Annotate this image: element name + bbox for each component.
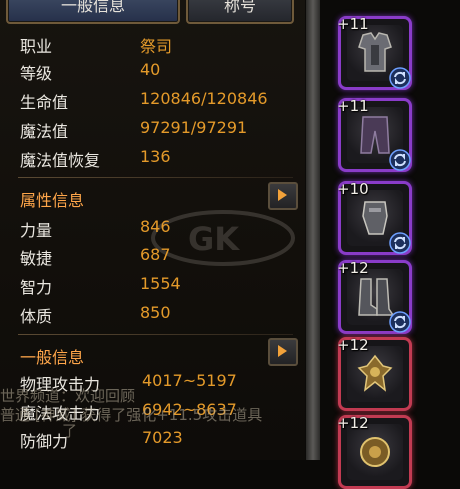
stat-value-level: 40	[140, 60, 161, 79]
chevron-right-icon	[278, 189, 287, 201]
equipment-slot[interactable]: +12	[337, 336, 412, 411]
stat-value-constitution: 850	[140, 303, 171, 322]
chevron-right-icon	[278, 345, 287, 357]
equipment-slot[interactable]: +12	[337, 414, 412, 489]
stat-label-agility: 敏捷	[20, 249, 53, 268]
stat-label-level: 等级	[20, 64, 53, 83]
tab-title[interactable]: 称号	[186, 0, 294, 24]
accessory-icon	[357, 354, 393, 392]
swap-icon[interactable]	[389, 232, 411, 254]
stat-value-physical-attack: 4017~5197	[142, 371, 237, 390]
stat-value-agility: 687	[140, 245, 171, 264]
tab-general-info[interactable]: 一般信息	[6, 0, 180, 24]
swap-icon[interactable]	[389, 149, 411, 171]
stat-value-mp: 97291/97291	[140, 118, 248, 137]
amulet-icon	[360, 437, 390, 467]
equipment-slot[interactable]: +10	[337, 180, 412, 255]
stat-value-strength: 846	[140, 217, 171, 236]
stat-value-mp-regen: 136	[140, 147, 171, 166]
character-info-panel: GK 一般信息 称号 职业 祭司 等级 40 生命值 120846/120846…	[0, 0, 305, 460]
section-title-attributes: 属性信息	[20, 191, 85, 210]
section-divider	[18, 334, 293, 335]
equipment-slot[interactable]: +11	[337, 97, 412, 172]
stat-label-mp-regen: 魔法值恢复	[20, 151, 101, 170]
stat-value-class: 祭司	[140, 37, 173, 56]
swap-icon[interactable]	[389, 311, 411, 333]
svg-text:GK: GK	[188, 220, 240, 258]
enhance-level: +12	[337, 414, 369, 432]
stat-label-strength: 力量	[20, 221, 53, 240]
equipment-slot[interactable]: +12	[337, 259, 412, 334]
attributes-expand-button[interactable]	[268, 182, 298, 210]
general-expand-button[interactable]	[268, 338, 298, 366]
enhance-level: +11	[337, 15, 369, 33]
section-title-general: 一般信息	[20, 348, 85, 367]
stat-label-hp: 生命值	[20, 93, 69, 112]
enhance-level: +10	[337, 180, 369, 198]
stat-value-hp: 120846/120846	[140, 89, 268, 108]
stat-label-class: 职业	[20, 37, 53, 56]
stat-label-mp: 魔法值	[20, 122, 69, 141]
enhance-level: +12	[337, 336, 369, 354]
stat-value-defense: 7023	[142, 428, 183, 447]
panel-frame-divider	[306, 0, 320, 460]
chat-overlay-line: 普通 [神威] 获得了强化+11.5攻击道具	[0, 406, 263, 424]
stat-label-constitution: 体质	[20, 307, 53, 326]
enhance-level: +11	[337, 97, 369, 115]
section-divider	[18, 177, 293, 178]
stat-label-defense: 防御力	[20, 432, 69, 451]
stat-label-intellect: 智力	[20, 278, 53, 297]
enhance-level: +12	[337, 259, 369, 277]
swap-icon[interactable]	[389, 67, 411, 89]
chat-overlay-line: 了	[62, 422, 78, 440]
equipment-slot[interactable]: +11	[337, 15, 412, 90]
stat-value-intellect: 1554	[140, 274, 181, 293]
chat-overlay-line: 世界频道：欢迎回顾	[0, 387, 136, 405]
